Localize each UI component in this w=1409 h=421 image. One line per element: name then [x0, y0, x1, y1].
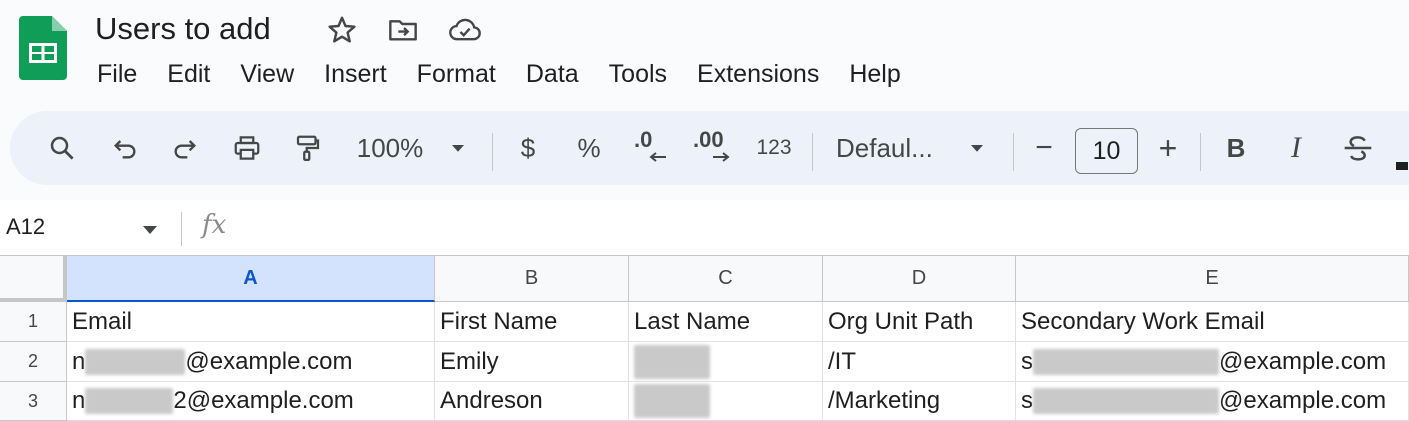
- menu-data[interactable]: Data: [511, 56, 594, 92]
- column-header-b[interactable]: B: [435, 256, 629, 302]
- redacted-text: [634, 384, 710, 418]
- cell-c1[interactable]: Last Name: [629, 302, 823, 342]
- redacted-text: [1033, 348, 1219, 375]
- menu-help[interactable]: Help: [834, 56, 915, 92]
- bold-button[interactable]: B: [1218, 111, 1254, 185]
- menu-view[interactable]: View: [225, 56, 309, 92]
- zoom-value[interactable]: 100%: [345, 111, 435, 185]
- toolbar-divider: [492, 133, 493, 171]
- percent-format-button[interactable]: %: [571, 111, 607, 185]
- zoom-dropdown[interactable]: [445, 111, 471, 185]
- undo-button[interactable]: [103, 111, 147, 185]
- cell-a2[interactable]: n @example.com: [67, 342, 435, 382]
- menu-format[interactable]: Format: [402, 56, 511, 92]
- title-bar: Users to add File Edit View Insert Forma…: [0, 0, 1409, 105]
- email-prefix: n: [72, 347, 86, 375]
- increase-decimal-button[interactable]: .00: [686, 111, 740, 185]
- cell-d1[interactable]: Org Unit Path: [823, 302, 1016, 342]
- formula-divider: [181, 212, 182, 246]
- menu-extensions[interactable]: Extensions: [682, 56, 834, 92]
- font-size-input[interactable]: 10: [1075, 128, 1138, 174]
- function-icon: fx: [202, 210, 227, 240]
- caret-down-icon[interactable]: [142, 225, 158, 235]
- redacted-text: [85, 348, 186, 375]
- italic-button[interactable]: I: [1278, 111, 1314, 185]
- search-icon: [50, 136, 74, 160]
- toolbar-divider: [1200, 133, 1201, 171]
- strikethrough-icon: [1344, 136, 1372, 161]
- caret-down-icon: [452, 145, 464, 152]
- column-header-e[interactable]: E: [1016, 256, 1409, 302]
- arrow-left-icon: [649, 152, 666, 162]
- caret-down-icon: [971, 145, 983, 152]
- row-header-1[interactable]: 1: [0, 302, 67, 342]
- email-domain: 2@example.com: [173, 387, 354, 414]
- strikethrough-button[interactable]: [1338, 111, 1378, 185]
- email-domain: @example.com: [185, 347, 353, 375]
- paint-format-button[interactable]: [286, 111, 330, 185]
- cell-e1[interactable]: Secondary Work Email: [1016, 302, 1409, 342]
- column-header-d[interactable]: D: [823, 256, 1016, 302]
- cloud-saved-icon[interactable]: [448, 14, 481, 46]
- column-header-a[interactable]: A: [67, 256, 435, 302]
- paint-roller-icon: [296, 135, 320, 161]
- document-title[interactable]: Users to add: [95, 10, 271, 48]
- toolbar-divider: [1013, 133, 1014, 171]
- print-button[interactable]: [225, 111, 269, 185]
- menu-edit[interactable]: Edit: [152, 56, 225, 92]
- email-prefix: s: [1021, 347, 1033, 375]
- row-header-3[interactable]: 3: [0, 382, 67, 421]
- toolbar-area: 100% $ % .0 .00 123 Defaul... − 10 + B I: [0, 105, 1409, 200]
- sheets-logo-icon[interactable]: [19, 16, 67, 80]
- arrow-right-icon: [713, 152, 730, 162]
- formula-bar: A12 fx: [0, 200, 1409, 256]
- cell-c2[interactable]: [629, 342, 823, 382]
- printer-icon: [234, 136, 260, 160]
- move-folder-icon[interactable]: [387, 14, 419, 46]
- redo-button[interactable]: [163, 111, 207, 185]
- redacted-text: [85, 388, 174, 414]
- cell-a3[interactable]: n 2@example.com: [67, 382, 435, 421]
- decrease-decimal-button[interactable]: .0: [625, 111, 675, 185]
- cell-d3[interactable]: /Marketing: [823, 382, 1016, 421]
- increase-font-size-button[interactable]: +: [1150, 111, 1186, 185]
- cell-e3[interactable]: s @example.com: [1016, 382, 1409, 421]
- star-icon[interactable]: [326, 14, 358, 46]
- cell-d2[interactable]: /IT: [823, 342, 1016, 382]
- cell-b2[interactable]: Emily: [435, 342, 629, 382]
- spreadsheet-grid: A B C D E 1 Email First Name Last Name O…: [0, 256, 1409, 421]
- column-header-c[interactable]: C: [629, 256, 823, 302]
- cell-e2[interactable]: s @example.com: [1016, 342, 1409, 382]
- more-formats-button[interactable]: 123: [750, 111, 798, 185]
- undo-icon: [114, 140, 136, 159]
- menu-tools[interactable]: Tools: [594, 56, 682, 92]
- decrease-font-size-button[interactable]: −: [1026, 111, 1062, 185]
- menu-insert[interactable]: Insert: [309, 56, 402, 92]
- redacted-text: [634, 344, 710, 379]
- cell-c3[interactable]: [629, 382, 823, 421]
- cell-b1[interactable]: First Name: [435, 302, 629, 342]
- email-prefix: n: [72, 387, 86, 414]
- cell-b3[interactable]: Andreson: [435, 382, 629, 421]
- font-family-dropdown[interactable]: [964, 111, 990, 185]
- email-domain: @example.com: [1219, 347, 1387, 375]
- search-menus-button[interactable]: [40, 111, 84, 185]
- menu-bar: File Edit View Insert Format Data Tools …: [82, 56, 916, 92]
- menu-file[interactable]: File: [82, 56, 152, 92]
- toolbar: 100% $ % .0 .00 123 Defaul... − 10 + B I: [10, 111, 1409, 185]
- cell-a1[interactable]: Email: [67, 302, 435, 342]
- redo-icon: [174, 140, 196, 159]
- toolbar-divider: [812, 133, 813, 171]
- row-header-2[interactable]: 2: [0, 342, 67, 382]
- select-all-corner[interactable]: [0, 256, 67, 302]
- text-color-indicator[interactable]: [1396, 162, 1408, 170]
- currency-format-button[interactable]: $: [510, 111, 546, 185]
- font-family-select[interactable]: Defaul...: [836, 111, 946, 185]
- email-domain: @example.com: [1219, 387, 1387, 414]
- name-box[interactable]: A12: [6, 214, 45, 240]
- email-prefix: s: [1021, 387, 1033, 414]
- redacted-text: [1033, 388, 1219, 414]
